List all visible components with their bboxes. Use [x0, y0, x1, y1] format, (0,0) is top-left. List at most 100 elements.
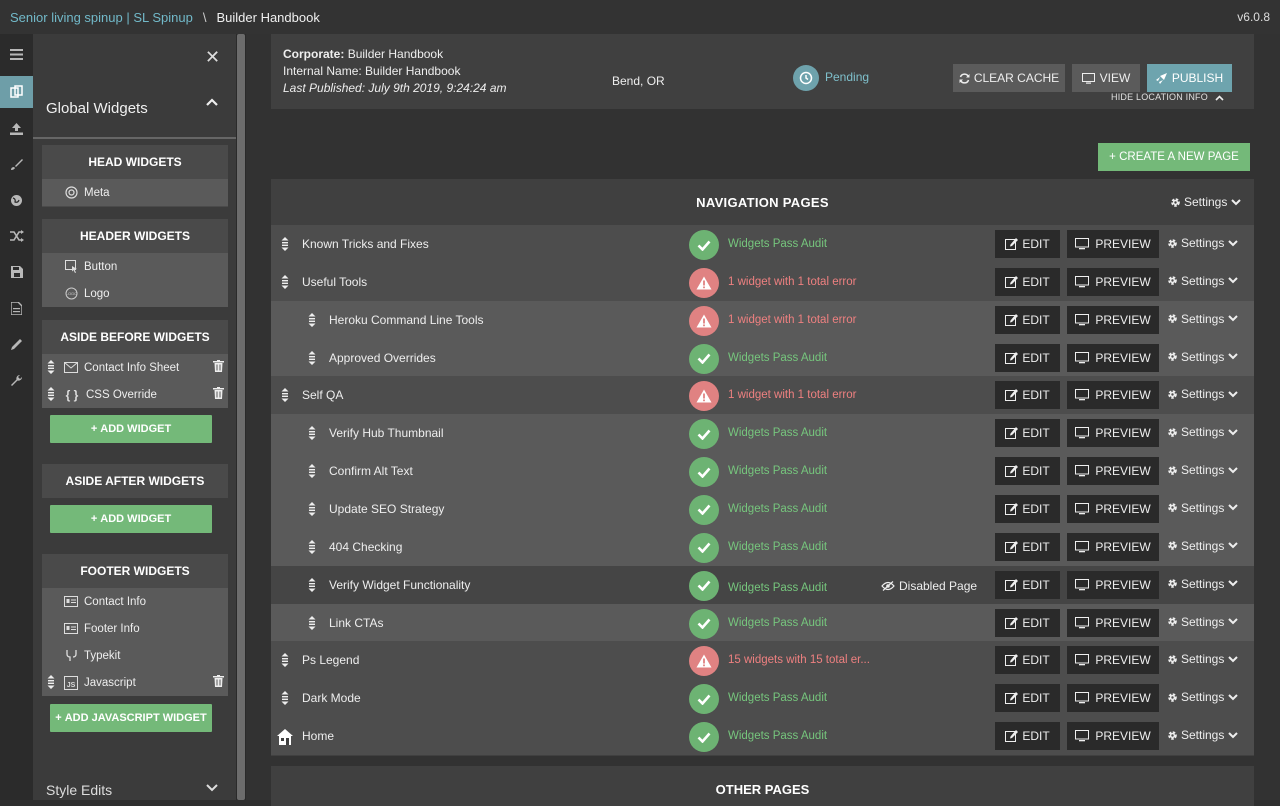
- widget-item-typekit[interactable]: Typekit: [42, 642, 228, 669]
- preview-button[interactable]: PREVIEW: [1067, 457, 1159, 486]
- page-name[interactable]: 404 Checking: [329, 540, 402, 554]
- row-settings-dropdown[interactable]: Settings: [1167, 615, 1239, 629]
- edit-button[interactable]: EDIT: [995, 419, 1060, 448]
- edit-button[interactable]: EDIT: [995, 722, 1060, 751]
- drag-handle-icon[interactable]: [308, 464, 316, 479]
- page-name[interactable]: Link CTAs: [329, 616, 383, 630]
- row-settings-dropdown[interactable]: Settings: [1167, 236, 1239, 250]
- wrench-icon[interactable]: [0, 364, 33, 396]
- widget-item-meta[interactable]: Meta: [42, 179, 228, 206]
- shuffle-icon[interactable]: [0, 220, 33, 252]
- add-javascript-widget-button[interactable]: + ADD JAVASCRIPT WIDGET: [50, 704, 212, 732]
- globe-icon[interactable]: [0, 184, 33, 216]
- edit-button[interactable]: EDIT: [995, 343, 1060, 372]
- drag-handle-icon[interactable]: [47, 675, 55, 689]
- row-settings-dropdown[interactable]: Settings: [1167, 274, 1239, 288]
- publish-button[interactable]: PUBLISH: [1147, 64, 1232, 92]
- row-settings-dropdown[interactable]: Settings: [1167, 690, 1239, 704]
- edit-button[interactable]: EDIT: [995, 230, 1060, 258]
- drag-handle-icon[interactable]: [308, 312, 316, 327]
- page-name[interactable]: Verify Widget Functionality: [329, 578, 470, 592]
- add-widget-button[interactable]: + ADD WIDGET: [50, 415, 212, 443]
- list-icon[interactable]: [0, 38, 33, 70]
- widget-item-button[interactable]: Button: [42, 253, 228, 280]
- drag-handle-icon[interactable]: [308, 539, 316, 554]
- edit-button[interactable]: EDIT: [995, 646, 1060, 675]
- widget-item-footer-info[interactable]: Footer Info: [42, 615, 228, 642]
- scrollbar-thumb[interactable]: [237, 34, 245, 800]
- trash-icon[interactable]: [213, 675, 224, 687]
- clear-cache-button[interactable]: CLEAR CACHE: [953, 64, 1065, 92]
- edit-button[interactable]: EDIT: [995, 494, 1060, 523]
- row-settings-dropdown[interactable]: Settings: [1167, 312, 1239, 326]
- edit-button[interactable]: EDIT: [995, 532, 1060, 561]
- page-name[interactable]: Heroku Command Line Tools: [329, 313, 484, 327]
- style-edits-title[interactable]: Style Edits: [46, 782, 112, 798]
- row-settings-dropdown[interactable]: Settings: [1167, 577, 1239, 591]
- drag-handle-icon[interactable]: [308, 615, 316, 630]
- row-settings-dropdown[interactable]: Settings: [1167, 425, 1239, 439]
- drag-handle-icon[interactable]: [308, 577, 316, 592]
- sidebar-scrollbar[interactable]: [236, 34, 246, 800]
- row-settings-dropdown[interactable]: Settings: [1167, 539, 1239, 553]
- row-settings-dropdown[interactable]: Settings: [1167, 350, 1239, 364]
- row-settings-dropdown[interactable]: Settings: [1167, 387, 1239, 401]
- trash-icon[interactable]: [213, 360, 224, 372]
- widget-item-contact-info-sheet[interactable]: Contact Info Sheet: [42, 354, 228, 381]
- widget-item-css-override[interactable]: { } CSS Override: [42, 381, 228, 408]
- preview-button[interactable]: PREVIEW: [1067, 230, 1159, 258]
- drag-handle-icon[interactable]: [281, 388, 289, 403]
- close-icon[interactable]: ✕: [205, 48, 220, 66]
- edit-button[interactable]: EDIT: [995, 305, 1060, 334]
- edit-button[interactable]: EDIT: [995, 381, 1060, 410]
- preview-button[interactable]: PREVIEW: [1067, 267, 1159, 296]
- drag-handle-icon[interactable]: [281, 691, 289, 706]
- row-settings-dropdown[interactable]: Settings: [1167, 501, 1239, 515]
- pencil-icon[interactable]: [0, 328, 33, 360]
- chevron-down-icon[interactable]: [206, 784, 218, 792]
- view-button[interactable]: VIEW: [1072, 64, 1140, 92]
- preview-button[interactable]: PREVIEW: [1067, 381, 1159, 410]
- preview-button[interactable]: PREVIEW: [1067, 684, 1159, 713]
- drag-handle-icon[interactable]: [47, 387, 55, 401]
- save-icon[interactable]: [0, 256, 33, 288]
- preview-button[interactable]: PREVIEW: [1067, 343, 1159, 372]
- row-settings-dropdown[interactable]: Settings: [1167, 652, 1239, 666]
- drag-handle-icon[interactable]: [47, 360, 55, 374]
- add-widget-button[interactable]: + ADD WIDGET: [50, 505, 212, 533]
- page-name[interactable]: Ps Legend: [302, 653, 359, 667]
- edit-button[interactable]: EDIT: [995, 267, 1060, 296]
- edit-button[interactable]: EDIT: [995, 684, 1060, 713]
- page-name[interactable]: Dark Mode: [302, 691, 361, 705]
- drag-handle-icon[interactable]: [308, 350, 316, 365]
- hide-location-info-toggle[interactable]: HIDE LOCATION INFO: [1111, 92, 1224, 102]
- breadcrumb-parent[interactable]: Senior living spinup | SL Spinup: [10, 10, 193, 25]
- page-name[interactable]: Confirm Alt Text: [329, 464, 413, 478]
- row-settings-dropdown[interactable]: Settings: [1167, 728, 1239, 742]
- page-name[interactable]: Update SEO Strategy: [329, 502, 444, 516]
- edit-button[interactable]: EDIT: [995, 608, 1060, 637]
- preview-button[interactable]: PREVIEW: [1067, 494, 1159, 523]
- trash-icon[interactable]: [213, 387, 224, 399]
- widget-item-contact-info[interactable]: Contact Info: [42, 588, 228, 615]
- drag-handle-icon[interactable]: [281, 237, 289, 251]
- widget-item-javascript[interactable]: JS Javascript: [42, 669, 228, 696]
- table-settings-dropdown[interactable]: Settings: [1170, 195, 1242, 209]
- create-page-button[interactable]: + CREATE A NEW PAGE: [1098, 143, 1250, 171]
- preview-button[interactable]: PREVIEW: [1067, 608, 1159, 637]
- page-name[interactable]: Home: [302, 729, 334, 743]
- row-settings-dropdown[interactable]: Settings: [1167, 463, 1239, 477]
- preview-button[interactable]: PREVIEW: [1067, 419, 1159, 448]
- preview-button[interactable]: PREVIEW: [1067, 722, 1159, 751]
- brush-icon[interactable]: [0, 148, 33, 180]
- document-icon[interactable]: [0, 292, 33, 324]
- widgets-icon[interactable]: [0, 76, 33, 108]
- drag-handle-icon[interactable]: [308, 426, 316, 441]
- preview-button[interactable]: PREVIEW: [1067, 570, 1159, 599]
- preview-button[interactable]: PREVIEW: [1067, 532, 1159, 561]
- drag-handle-icon[interactable]: [308, 501, 316, 516]
- preview-button[interactable]: PREVIEW: [1067, 305, 1159, 334]
- page-name[interactable]: Useful Tools: [302, 275, 367, 289]
- widget-item-logo[interactable]: LOGO Logo: [42, 280, 228, 307]
- page-name[interactable]: Self QA: [302, 388, 343, 402]
